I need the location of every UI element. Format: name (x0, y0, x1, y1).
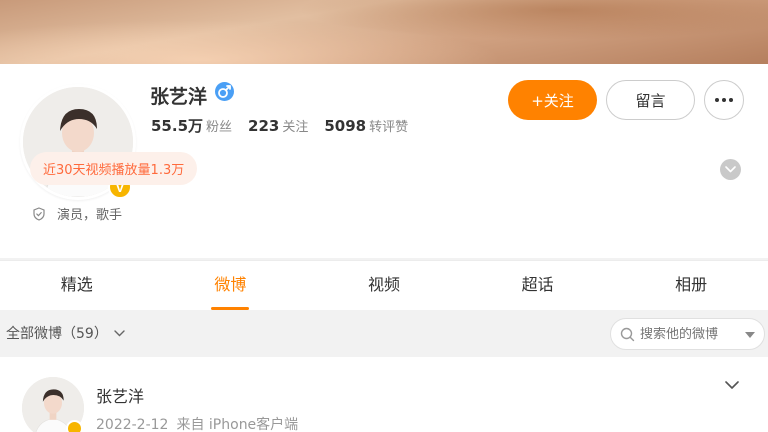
post-verified-badge-icon (66, 420, 83, 432)
post-date[interactable]: 2022-2-12 (96, 417, 168, 432)
search-icon (620, 327, 635, 341)
expand-chevron-icon[interactable] (720, 159, 741, 180)
tab-video[interactable]: 视频 (307, 261, 461, 310)
more-dot (729, 98, 733, 102)
profile-stats: 55.5万 粉丝 223 关注 5098 转评赞 (151, 115, 424, 136)
feed-filter-bar: 全部微博（59） (0, 310, 768, 356)
following-label[interactable]: 关注 (282, 116, 308, 135)
feed-filter-label: 全部微博（59） (6, 326, 108, 342)
tab-weibo[interactable]: 微博 (154, 261, 308, 310)
profile-tabs: 精选 微博 视频 超话 相册 (0, 260, 768, 310)
profile-name: 张艺洋 (150, 86, 208, 108)
video-views-badge: 近30天视频播放量1.3万 (30, 152, 198, 185)
engagement-count: 5098 (324, 117, 367, 135)
post-meta: 2022-2-12 来自 iPhone客户端 (96, 414, 298, 432)
more-icon[interactable] (704, 80, 744, 120)
post-menu-chevron-icon[interactable] (725, 375, 739, 394)
tagline-text: 演员，歌手 (57, 208, 123, 223)
following-count[interactable]: 223 (248, 117, 279, 135)
followers-label[interactable]: 粉丝 (206, 116, 232, 135)
search-input[interactable] (640, 326, 730, 342)
shield-icon (33, 206, 45, 221)
search-dropdown-caret-icon[interactable] (745, 332, 755, 338)
male-gender-icon (215, 82, 234, 101)
search-box[interactable] (610, 318, 765, 350)
message-button[interactable]: 留言 (606, 80, 695, 120)
profile-card: V 张艺洋 55.5万 粉丝 223 关注 5098 转评赞 +关注 留言 近3… (0, 64, 768, 258)
tab-supertopic[interactable]: 超话 (461, 261, 615, 310)
more-dot (715, 98, 719, 102)
follow-button[interactable]: +关注 (508, 80, 597, 120)
tab-featured[interactable]: 精选 (0, 261, 154, 310)
profile-banner (0, 0, 768, 64)
post-author-name[interactable]: 张艺洋 (96, 383, 144, 407)
post-source: 来自 iPhone客户端 (176, 417, 299, 432)
chevron-down-icon (114, 329, 125, 336)
tab-album[interactable]: 相册 (614, 261, 768, 310)
more-dot (722, 98, 726, 102)
feed-filter-dropdown[interactable]: 全部微博（59） (6, 323, 125, 343)
engagement-label: 转评赞 (369, 120, 409, 135)
post-card: 张艺洋 2022-2-12 来自 iPhone客户端 (0, 357, 768, 432)
profile-tagline: 演员，歌手 (32, 204, 122, 223)
followers-count[interactable]: 55.5万 (151, 115, 203, 136)
